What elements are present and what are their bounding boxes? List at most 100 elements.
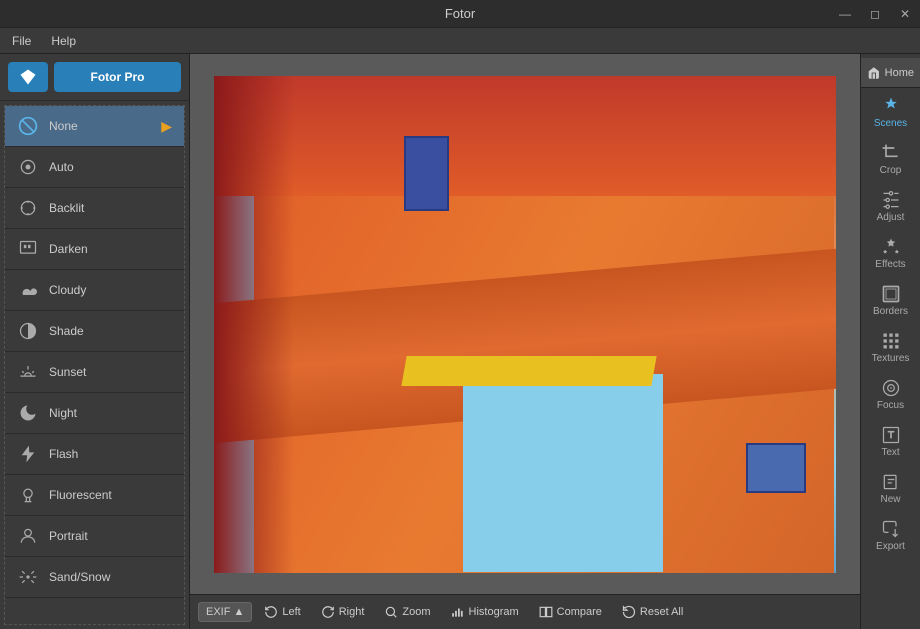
scene-item-sunset[interactable]: Sunset [5,352,184,393]
reset-all-button[interactable]: Reset All [614,601,691,623]
scene-cloudy-label: Cloudy [49,283,86,297]
shadow-area [214,76,294,573]
scenes-list: None ▶ Auto Backlit [4,105,185,625]
scene-item-auto[interactable]: Auto [5,147,184,188]
zoom-label: Zoom [402,606,430,618]
scene-shade-label: Shade [49,324,84,338]
compare-icon [539,605,553,619]
reset-all-label: Reset All [640,606,683,618]
menu-bar: File Help [0,28,920,54]
tool-focus[interactable]: Focus [865,372,917,417]
home-icon [867,66,881,80]
tool-crop[interactable]: Crop [865,137,917,182]
scene-item-darken[interactable]: Darken [5,229,184,270]
scene-night-label: Night [49,406,77,420]
tool-text[interactable]: Text [865,419,917,464]
borders-icon [881,284,901,304]
fotor-pro-button[interactable]: Fotor Pro [54,62,181,92]
window-2 [746,443,806,493]
scene-item-backlit[interactable]: Backlit [5,188,184,229]
portrait-icon [17,525,39,547]
window-1 [404,136,449,211]
menu-file[interactable]: File [8,32,35,50]
tool-borders[interactable]: Borders [865,278,917,323]
app-title: Fotor [445,6,475,21]
right-label: Right [339,606,365,618]
tool-adjust[interactable]: Adjust [865,184,917,229]
bottom-toolbar: EXIF ▲ Left Right Zoom Histogram Comp [190,594,860,629]
maximize-button[interactable]: ◻ [860,0,890,28]
scene-darken-label: Darken [49,242,88,256]
fotor-logo[interactable] [8,62,48,92]
scene-none-label: None [49,119,78,133]
canvas-area: EXIF ▲ Left Right Zoom Histogram Comp [190,54,860,629]
tool-textures-label: Textures [872,353,910,364]
tool-borders-label: Borders [873,306,908,317]
fluorescent-icon [17,484,39,506]
tool-scenes[interactable]: Scenes [865,90,917,135]
flash-icon [17,443,39,465]
scenes-panel: Fotor Pro None ▶ Auto [0,54,190,629]
shade-icon [17,320,39,342]
zoom-icon [384,605,398,619]
histogram-button[interactable]: Histogram [443,601,527,623]
photo-canvas [214,76,836,573]
tool-new-label: New [880,494,900,505]
main-layout: Fotor Pro None ▶ Auto [0,54,920,629]
compare-button[interactable]: Compare [531,601,610,623]
tool-scenes-label: Scenes [874,118,907,129]
exif-arrow: ▲ [233,606,244,618]
scene-item-cloudy[interactable]: Cloudy [5,270,184,311]
tool-text-label: Text [881,447,899,458]
tool-effects-label: Effects [875,259,905,270]
scene-sand-snow-label: Sand/Snow [49,570,110,584]
tool-new[interactable]: New [865,466,917,511]
tool-effects[interactable]: Effects [865,231,917,276]
scene-auto-label: Auto [49,160,74,174]
scene-item-flash[interactable]: Flash [5,434,184,475]
new-icon [881,472,901,492]
scene-item-night[interactable]: Night [5,393,184,434]
rotate-left-button[interactable]: Left [256,601,308,623]
sky-right [463,374,663,573]
image-container [190,54,860,594]
text-icon [881,425,901,445]
sunset-icon [17,361,39,383]
menu-help[interactable]: Help [47,32,80,50]
zoom-button[interactable]: Zoom [376,601,438,623]
scene-item-portrait[interactable]: Portrait [5,516,184,557]
home-label: Home [885,67,914,79]
exif-button[interactable]: EXIF ▲ [198,602,252,622]
right-sidebar: Home Scenes Crop Adjust [860,54,920,629]
rotate-right-icon [321,605,335,619]
left-label: Left [282,606,300,618]
scene-item-shade[interactable]: Shade [5,311,184,352]
tool-crop-label: Crop [880,165,902,176]
close-button[interactable]: ✕ [890,0,920,28]
scenes-icon [881,96,901,116]
wall-top [214,76,836,196]
exif-label: EXIF [206,606,230,618]
tool-focus-label: Focus [877,400,904,411]
effects-icon [881,237,901,257]
rotate-right-button[interactable]: Right [313,601,373,623]
tool-adjust-label: Adjust [877,212,905,223]
scenes-header: Fotor Pro [0,54,189,101]
fotor-pro-bar: Fotor Pro [8,62,181,92]
auto-icon [17,156,39,178]
home-button[interactable]: Home [861,58,920,88]
tool-textures[interactable]: Textures [865,325,917,370]
scene-flash-label: Flash [49,447,78,461]
scene-item-none[interactable]: None ▶ [5,106,184,147]
window-controls: — ◻ ✕ [830,0,920,27]
crop-icon [881,143,901,163]
scene-item-sand-snow[interactable]: Sand/Snow [5,557,184,598]
minimize-button[interactable]: — [830,0,860,28]
tool-export[interactable]: Export [865,513,917,558]
scene-item-fluorescent[interactable]: Fluorescent [5,475,184,516]
diamond-icon [19,68,37,86]
compare-label: Compare [557,606,602,618]
yellow-edge [401,356,656,386]
focus-icon [881,378,901,398]
histogram-label: Histogram [469,606,519,618]
